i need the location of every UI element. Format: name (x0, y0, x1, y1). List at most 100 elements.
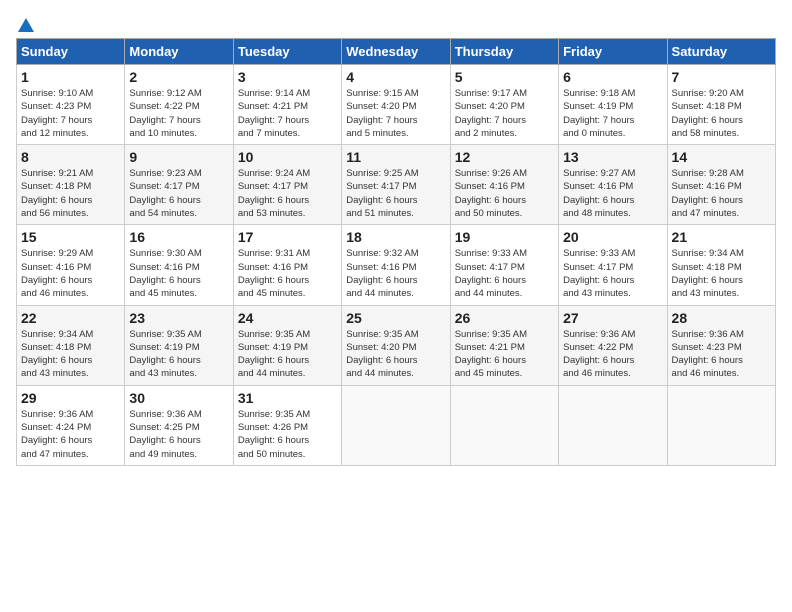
day-cell: 26Sunrise: 9:35 AM Sunset: 4:21 PM Dayli… (450, 305, 558, 385)
day-detail: Sunrise: 9:33 AM Sunset: 4:17 PM Dayligh… (563, 247, 662, 300)
day-detail: Sunrise: 9:24 AM Sunset: 4:17 PM Dayligh… (238, 167, 337, 220)
day-number: 7 (672, 69, 771, 85)
week-row-3: 15 Sunrise: 9:29 AM Sunset: 4:16 PM Dayli… (17, 225, 776, 305)
day-cell: 24Sunrise: 9:35 AM Sunset: 4:19 PM Dayli… (233, 305, 341, 385)
day-detail: Sunrise: 9:33 AM Sunset: 4:17 PM Dayligh… (455, 247, 554, 300)
day-cell: 9Sunrise: 9:23 AM Sunset: 4:17 PM Daylig… (125, 145, 233, 225)
day-number: 19 (455, 229, 554, 245)
day-number: 14 (672, 149, 771, 165)
day-cell: 17 Sunrise: 9:31 AM Sunset: 4:16 PM Dayli… (233, 225, 341, 305)
day-cell: 4 Sunrise: 9:15 AM Sunset: 4:20 PM Daylig… (342, 65, 450, 145)
day-cell: 27 Sunrise: 9:36 AM Sunset: 4:22 PM Dayli… (559, 305, 667, 385)
header (16, 16, 776, 30)
day-cell: 16 Sunrise: 9:30 AM Sunset: 4:16 PM Dayli… (125, 225, 233, 305)
day-cell: 25 Sunrise: 9:35 AM Sunset: 4:20 PM Dayli… (342, 305, 450, 385)
day-detail: Sunrise: 9:14 AM Sunset: 4:21 PM Dayligh… (238, 87, 337, 140)
day-cell: 30Sunrise: 9:36 AM Sunset: 4:25 PM Dayli… (125, 385, 233, 465)
day-number: 2 (129, 69, 228, 85)
day-detail: Sunrise: 9:34 AM Sunset: 4:18 PM Dayligh… (21, 328, 120, 381)
day-number: 13 (563, 149, 662, 165)
col-header-saturday: Saturday (667, 39, 775, 65)
day-number: 30 (129, 390, 228, 406)
week-row-5: 29 Sunrise: 9:36 AM Sunset: 4:24 PM Dayli… (17, 385, 776, 465)
week-row-2: 8Sunrise: 9:21 AM Sunset: 4:18 PM Daylig… (17, 145, 776, 225)
day-detail: Sunrise: 9:10 AM Sunset: 4:23 PM Dayligh… (21, 87, 120, 140)
day-cell: 18Sunrise: 9:32 AM Sunset: 4:16 PM Dayli… (342, 225, 450, 305)
day-detail: Sunrise: 9:30 AM Sunset: 4:16 PM Dayligh… (129, 247, 228, 300)
col-header-tuesday: Tuesday (233, 39, 341, 65)
day-cell: 2 Sunrise: 9:12 AM Sunset: 4:22 PM Daylig… (125, 65, 233, 145)
day-detail: Sunrise: 9:26 AM Sunset: 4:16 PM Dayligh… (455, 167, 554, 220)
day-detail: Sunrise: 9:36 AM Sunset: 4:22 PM Dayligh… (563, 328, 662, 381)
day-cell: 7 Sunrise: 9:20 AM Sunset: 4:18 PM Daylig… (667, 65, 775, 145)
day-detail: Sunrise: 9:20 AM Sunset: 4:18 PM Dayligh… (672, 87, 771, 140)
day-detail: Sunrise: 9:35 AM Sunset: 4:26 PM Dayligh… (238, 408, 337, 461)
day-cell: 8Sunrise: 9:21 AM Sunset: 4:18 PM Daylig… (17, 145, 125, 225)
logo-icon (17, 16, 35, 34)
calendar-header-row: SundayMondayTuesdayWednesdayThursdayFrid… (17, 39, 776, 65)
day-number: 9 (129, 149, 228, 165)
col-header-sunday: Sunday (17, 39, 125, 65)
day-detail: Sunrise: 9:15 AM Sunset: 4:20 PM Dayligh… (346, 87, 445, 140)
day-detail: Sunrise: 9:27 AM Sunset: 4:16 PM Dayligh… (563, 167, 662, 220)
day-number: 20 (563, 229, 662, 245)
day-detail: Sunrise: 9:35 AM Sunset: 4:19 PM Dayligh… (129, 328, 228, 381)
day-detail: Sunrise: 9:18 AM Sunset: 4:19 PM Dayligh… (563, 87, 662, 140)
day-cell: 29 Sunrise: 9:36 AM Sunset: 4:24 PM Dayli… (17, 385, 125, 465)
day-cell: 28 Sunrise: 9:36 AM Sunset: 4:23 PM Dayli… (667, 305, 775, 385)
day-detail: Sunrise: 9:36 AM Sunset: 4:23 PM Dayligh… (672, 328, 771, 381)
day-detail: Sunrise: 9:36 AM Sunset: 4:24 PM Dayligh… (21, 408, 120, 461)
day-cell: 11 Sunrise: 9:25 AM Sunset: 4:17 PM Dayli… (342, 145, 450, 225)
day-number: 22 (21, 310, 120, 326)
day-number: 18 (346, 229, 445, 245)
calendar-table: SundayMondayTuesdayWednesdayThursdayFrid… (16, 38, 776, 466)
day-detail: Sunrise: 9:35 AM Sunset: 4:21 PM Dayligh… (455, 328, 554, 381)
day-cell: 19 Sunrise: 9:33 AM Sunset: 4:17 PM Dayli… (450, 225, 558, 305)
col-header-wednesday: Wednesday (342, 39, 450, 65)
day-cell: 1 Sunrise: 9:10 AM Sunset: 4:23 PM Daylig… (17, 65, 125, 145)
day-cell: 3Sunrise: 9:14 AM Sunset: 4:21 PM Daylig… (233, 65, 341, 145)
day-detail: Sunrise: 9:31 AM Sunset: 4:16 PM Dayligh… (238, 247, 337, 300)
day-number: 24 (238, 310, 337, 326)
day-number: 15 (21, 229, 120, 245)
day-cell (450, 385, 558, 465)
day-number: 6 (563, 69, 662, 85)
day-number: 5 (455, 69, 554, 85)
day-cell: 31 Sunrise: 9:35 AM Sunset: 4:26 PM Dayli… (233, 385, 341, 465)
day-cell (667, 385, 775, 465)
day-detail: Sunrise: 9:34 AM Sunset: 4:18 PM Dayligh… (672, 247, 771, 300)
week-row-1: 1 Sunrise: 9:10 AM Sunset: 4:23 PM Daylig… (17, 65, 776, 145)
day-number: 17 (238, 229, 337, 245)
day-detail: Sunrise: 9:17 AM Sunset: 4:20 PM Dayligh… (455, 87, 554, 140)
day-number: 12 (455, 149, 554, 165)
day-number: 31 (238, 390, 337, 406)
day-number: 27 (563, 310, 662, 326)
col-header-friday: Friday (559, 39, 667, 65)
day-cell: 22 Sunrise: 9:34 AM Sunset: 4:18 PM Dayli… (17, 305, 125, 385)
day-number: 21 (672, 229, 771, 245)
day-detail: Sunrise: 9:29 AM Sunset: 4:16 PM Dayligh… (21, 247, 120, 300)
day-cell: 20 Sunrise: 9:33 AM Sunset: 4:17 PM Dayli… (559, 225, 667, 305)
day-detail: Sunrise: 9:28 AM Sunset: 4:16 PM Dayligh… (672, 167, 771, 220)
day-detail: Sunrise: 9:35 AM Sunset: 4:20 PM Dayligh… (346, 328, 445, 381)
day-number: 8 (21, 149, 120, 165)
day-number: 28 (672, 310, 771, 326)
day-number: 29 (21, 390, 120, 406)
day-cell (559, 385, 667, 465)
day-number: 25 (346, 310, 445, 326)
day-number: 4 (346, 69, 445, 85)
day-number: 16 (129, 229, 228, 245)
day-number: 11 (346, 149, 445, 165)
logo (16, 16, 36, 30)
week-row-4: 22 Sunrise: 9:34 AM Sunset: 4:18 PM Dayli… (17, 305, 776, 385)
day-detail: Sunrise: 9:25 AM Sunset: 4:17 PM Dayligh… (346, 167, 445, 220)
col-header-monday: Monday (125, 39, 233, 65)
day-number: 1 (21, 69, 120, 85)
day-cell: 15 Sunrise: 9:29 AM Sunset: 4:16 PM Dayli… (17, 225, 125, 305)
day-cell: 5 Sunrise: 9:17 AM Sunset: 4:20 PM Daylig… (450, 65, 558, 145)
day-detail: Sunrise: 9:12 AM Sunset: 4:22 PM Dayligh… (129, 87, 228, 140)
day-cell: 21 Sunrise: 9:34 AM Sunset: 4:18 PM Dayli… (667, 225, 775, 305)
day-cell: 6 Sunrise: 9:18 AM Sunset: 4:19 PM Daylig… (559, 65, 667, 145)
day-cell (342, 385, 450, 465)
day-cell: 14 Sunrise: 9:28 AM Sunset: 4:16 PM Dayli… (667, 145, 775, 225)
